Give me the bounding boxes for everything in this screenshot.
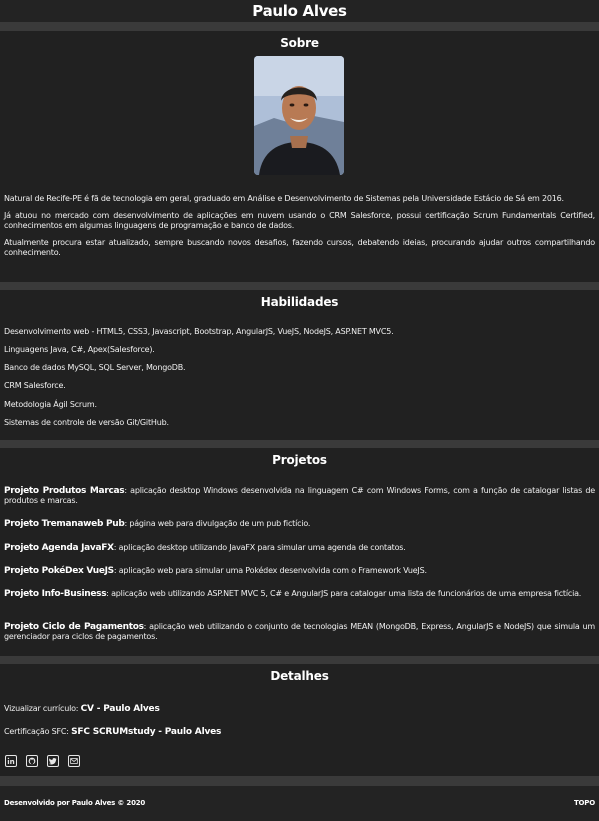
profile-photo-image [254, 56, 344, 175]
sfc-label: Certificação SFC: [4, 727, 72, 736]
github-icon[interactable] [26, 755, 38, 767]
skill-item: CRM Salesforce. [4, 381, 66, 390]
project-item: Projeto Info-Business: aplicação web uti… [4, 589, 595, 599]
linkedin-icon[interactable] [5, 755, 17, 767]
back-to-top-link[interactable]: TOPO [574, 799, 595, 807]
section-sobre: Sobre Natural de Recife-PE é fã de tecno… [0, 31, 599, 282]
project-name: Projeto Info-Business [4, 589, 107, 599]
twitter-icon[interactable] [47, 755, 59, 767]
page-header: Paulo Alves [0, 0, 599, 22]
project-name: Projeto Ciclo de Pagamentos [4, 622, 144, 632]
section-title-detalhes: Detalhes [270, 669, 329, 683]
section-projetos: Projetos Projeto Produtos Marcas: aplica… [0, 448, 599, 656]
skill-item: Metodologia Ágil Scrum. [4, 400, 97, 409]
project-item: Projeto Produtos Marcas: aplicação deskt… [4, 486, 595, 506]
section-detalhes: Detalhes Vizualizar currículo: CV - Paul… [0, 664, 599, 776]
profile-photo [254, 56, 344, 175]
sobre-paragraph: Já atuou no mercado com desenvolvimento … [4, 211, 595, 230]
project-item: Projeto PokéDex VueJS: aplicação web par… [4, 566, 595, 576]
skill-item: Sistemas de controle de versão Git/GitHu… [4, 418, 169, 427]
project-name: Projeto PokéDex VueJS [4, 566, 114, 576]
project-name: Projeto Produtos Marcas [4, 486, 125, 496]
section-title-sobre: Sobre [280, 36, 319, 50]
project-description: : aplicação web para simular uma Pokédex… [113, 566, 427, 575]
section-title-projetos: Projetos [272, 453, 327, 467]
section-habilidades: Habilidades Desenvolvimento web - HTML5,… [0, 290, 599, 440]
sfc-row: Certificação SFC: SFC SCRUMstudy - Paulo… [4, 727, 221, 737]
project-description: : página web para divulgação de um pub f… [124, 519, 311, 528]
sfc-link[interactable]: SFC SCRUMstudy - Paulo Alves [71, 727, 221, 737]
skill-item: Linguagens Java, C#, Apex(Salesforce). [4, 345, 155, 354]
skill-item: Desenvolvimento web - HTML5, CSS3, Javas… [4, 327, 394, 336]
project-description: : aplicação desktop utilizando JavaFX pa… [113, 543, 406, 552]
project-item: Projeto Tremanaweb Pub: página web para … [4, 519, 595, 529]
section-title-habilidades: Habilidades [260, 295, 339, 309]
cv-link[interactable]: CV - Paulo Alves [81, 704, 160, 714]
project-name: Projeto Agenda JavaFX [4, 543, 114, 553]
project-description: : aplicação web utilizando ASP.NET MVC 5… [106, 589, 582, 598]
cv-label: Vizualizar currículo: [4, 704, 81, 713]
sobre-paragraph: Atualmente procura estar atualizado, sem… [4, 238, 595, 257]
email-icon[interactable] [68, 755, 80, 767]
sobre-paragraph: Natural de Recife-PE é fã de tecnologia … [4, 194, 564, 203]
footer-copyright: Desenvolvido por Paulo Alves © 2020 [4, 799, 146, 807]
page-footer: Desenvolvido por Paulo Alves © 2020 TOPO [0, 786, 599, 821]
project-item: Projeto Ciclo de Pagamentos: aplicação w… [4, 622, 595, 642]
page-title: Paulo Alves [252, 2, 347, 20]
project-item: Projeto Agenda JavaFX: aplicação desktop… [4, 543, 595, 553]
cv-row: Vizualizar currículo: CV - Paulo Alves [4, 704, 160, 714]
skill-item: Banco de dados MySQL, SQL Server, MongoD… [4, 363, 186, 372]
project-name: Projeto Tremanaweb Pub [4, 519, 125, 529]
